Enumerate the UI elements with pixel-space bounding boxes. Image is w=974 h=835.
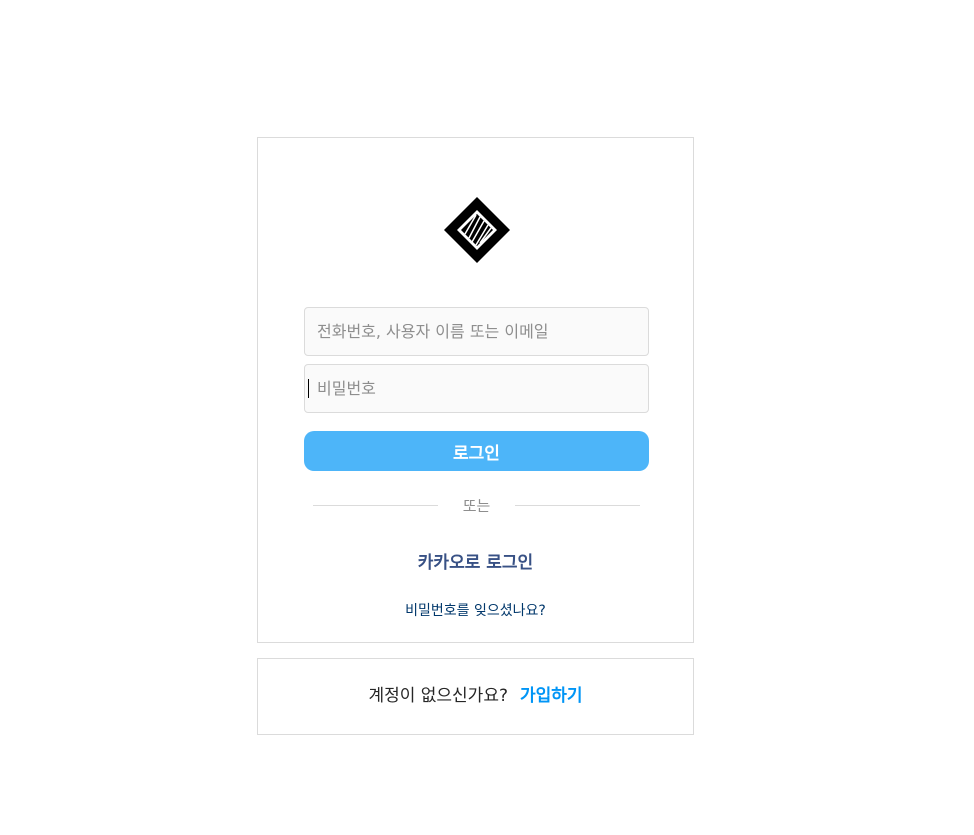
diamond-logo-icon	[444, 197, 510, 263]
kakao-login-link[interactable]: 카카오로 로그인	[258, 548, 693, 573]
signup-link[interactable]: 가입하기	[520, 686, 583, 706]
phone-username-email-input[interactable]	[304, 307, 649, 356]
text-caret	[308, 379, 309, 398]
signup-card: 계정이 없으신가요? 가입하기	[257, 658, 694, 735]
login-button[interactable]: 로그인	[304, 431, 649, 471]
divider-line-left	[313, 505, 438, 506]
signup-prompt: 계정이 없으신가요?	[368, 686, 508, 706]
divider-line-right	[515, 505, 640, 506]
password-input[interactable]	[304, 364, 649, 413]
login-card: 로그인 또는 카카오로 로그인 비밀번호를 잊으셨나요?	[257, 137, 694, 643]
forgot-password-link[interactable]: 비밀번호를 잊으셨나요?	[258, 600, 693, 620]
divider-label: 또는	[462, 497, 491, 515]
